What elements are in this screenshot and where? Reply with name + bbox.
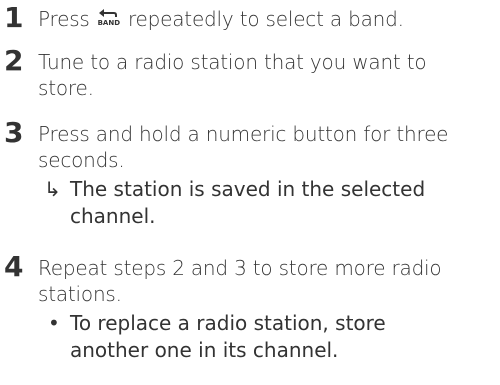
- step-number: 3: [4, 116, 24, 149]
- step-text-after-icon: repeatedly to select a band.: [121, 7, 404, 31]
- step-text-line-2: stations.: [38, 282, 122, 306]
- step-number: 4: [4, 250, 24, 283]
- step-text-line-2: seconds.: [38, 148, 125, 172]
- result-arrow-icon: ↳: [44, 177, 61, 201]
- note-line-1: To replace a radio station, store: [70, 311, 386, 335]
- result-line-1: The station is saved in the selected: [70, 177, 426, 201]
- step-number: 2: [4, 44, 24, 77]
- step-text: Press BAND repeatedly to select a band.: [38, 6, 498, 32]
- step-text-line-1: Press and hold a numeric button for thre…: [38, 122, 449, 146]
- note-line-2: another one in its channel.: [70, 338, 339, 362]
- step-text-line-1: Tune to a radio station that you want to: [38, 50, 427, 74]
- step-text-line-2: store.: [38, 76, 94, 100]
- bullet-icon: •: [48, 311, 60, 335]
- step-number: 1: [4, 1, 24, 34]
- step-text-line-1: Repeat steps 2 and 3 to store more radio: [38, 256, 442, 280]
- result-line-2: channel.: [70, 204, 156, 228]
- band-return-icon: BAND: [96, 7, 122, 29]
- step-text-before-icon: Press: [38, 7, 96, 31]
- band-icon-label: BAND: [97, 19, 120, 27]
